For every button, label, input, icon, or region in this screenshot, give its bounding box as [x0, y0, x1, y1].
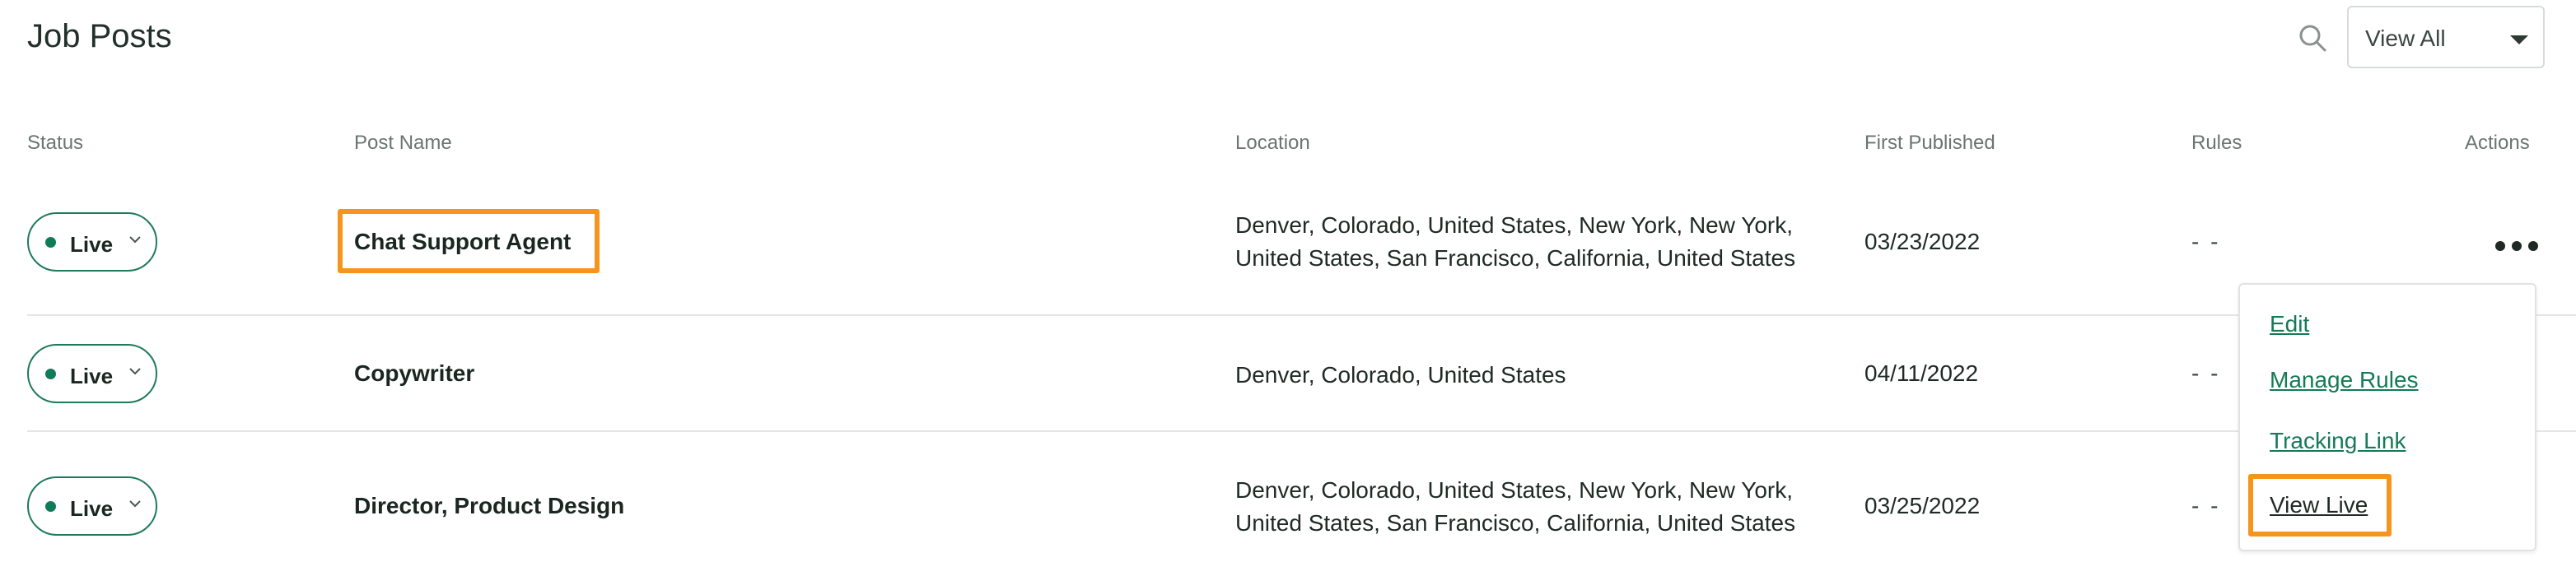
live-status-dot-icon: [45, 369, 56, 379]
first-published-cell: 04/11/2022: [1864, 360, 1979, 386]
row-divider: [27, 430, 2576, 432]
status-dropdown[interactable]: Live: [27, 212, 157, 272]
column-header-rules: Rules: [2191, 132, 2242, 154]
live-status-dot-icon: [45, 501, 56, 512]
menu-item-edit[interactable]: Edit: [2270, 311, 2309, 337]
page-title: Job Posts: [27, 18, 172, 54]
rules-cell: - -: [2191, 229, 2221, 254]
job-posts-page: Job Posts View All Status Post Name Loca…: [0, 0, 2576, 576]
chevron-down-icon: [129, 236, 141, 244]
chevron-down-icon: [129, 500, 141, 508]
status-dropdown[interactable]: Live: [27, 344, 157, 403]
post-name-link[interactable]: Chat Support Agent: [354, 229, 571, 255]
status-dropdown[interactable]: Live: [27, 476, 157, 536]
live-status-dot-icon: [45, 237, 56, 248]
chevron-down-icon: [129, 368, 141, 375]
location-cell: Denver, Colorado, United States: [1235, 362, 1566, 388]
more-actions-icon[interactable]: [2492, 236, 2541, 256]
column-header-actions: Actions: [2465, 132, 2530, 154]
search-icon[interactable]: [2296, 21, 2329, 54]
rules-cell: - -: [2191, 360, 2221, 386]
first-published-cell: 03/25/2022: [1864, 493, 1981, 518]
view-filter-value: View All: [2365, 26, 2446, 51]
first-published-cell: 03/23/2022: [1864, 229, 1981, 254]
column-header-post-name: Post Name: [354, 132, 452, 154]
actions-menu: Edit Manage Rules Tracking Link View Liv…: [2238, 283, 2536, 551]
location-cell: Denver, Colorado, United States, New Yor…: [1235, 212, 1796, 271]
menu-item-view-live[interactable]: View Live: [2270, 492, 2368, 518]
status-label: Live: [70, 364, 114, 388]
menu-item-tracking-link[interactable]: Tracking Link: [2270, 428, 2406, 454]
status-label: Live: [70, 232, 114, 257]
row-divider: [27, 314, 2576, 316]
post-name-link[interactable]: Director, Product Design: [354, 493, 624, 519]
column-header-location: Location: [1235, 132, 1310, 154]
view-filter-select[interactable]: View All: [2347, 6, 2545, 68]
post-name-link[interactable]: Copywriter: [354, 360, 474, 387]
status-label: Live: [70, 496, 114, 521]
column-header-first-published: First Published: [1864, 132, 1995, 154]
caret-down-icon: [2510, 35, 2528, 44]
menu-item-manage-rules[interactable]: Manage Rules: [2270, 367, 2419, 393]
column-header-status: Status: [27, 132, 84, 154]
location-cell: Denver, Colorado, United States, New Yor…: [1235, 477, 1796, 536]
rules-cell: - -: [2191, 493, 2221, 518]
